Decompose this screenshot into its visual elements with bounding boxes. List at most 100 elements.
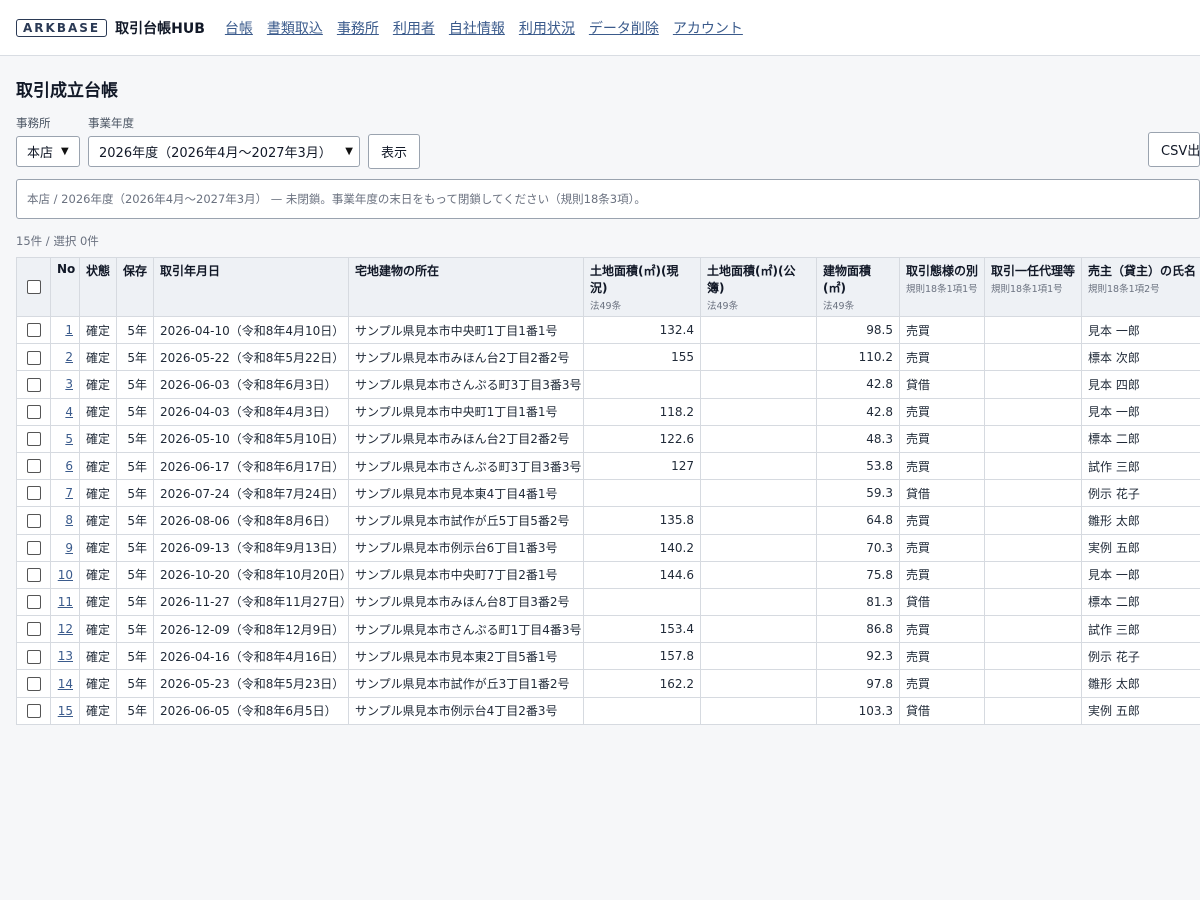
row-number-link[interactable]: 15 [58, 704, 73, 718]
select-all-checkbox[interactable] [26, 280, 41, 295]
row-checkbox[interactable] [26, 622, 41, 637]
row-number-link[interactable]: 8 [65, 513, 73, 527]
year-select[interactable]: 2026年度（2026年4月〜2027年3月） ▼ [88, 136, 360, 167]
table-row[interactable]: 14 確定 5年 2026-05-23（令和8年5月23日） サンプル県見本市試作が丘3… [16, 669, 1200, 698]
column-header-retention: 保存 [116, 257, 154, 317]
row-number-link[interactable]: 9 [65, 541, 73, 555]
table-row[interactable]: 4 確定 5年 2026-04-03（令和8年4月3日） サンプル県見本市中央町1丁目1… [16, 397, 1200, 426]
column-header-label: 取引一任代理等 [991, 264, 1076, 278]
nav-ledger[interactable]: 台帳 [225, 18, 253, 38]
row-checkbox[interactable] [26, 649, 41, 664]
table-row[interactable]: 1 確定 5年 2026-04-10（令和8年4月10日） サンプル県見本市中央町1丁目… [16, 315, 1200, 345]
csv-export-button[interactable]: CSV出 [1148, 132, 1200, 167]
row-checkbox[interactable] [26, 377, 41, 392]
column-header-sublabel: 法49条 [590, 301, 622, 312]
row-number-link[interactable]: 14 [58, 677, 73, 691]
retention-cell: 5年 [127, 649, 147, 664]
nav-offices[interactable]: 事務所 [337, 18, 379, 38]
table-row[interactable]: 5 確定 5年 2026-05-10（令和8年5月10日） サンプル県見本市みほん台2丁… [16, 424, 1200, 453]
nav-data-deletion[interactable]: データ削除 [589, 18, 659, 38]
transaction-type-cell: 貸借 [906, 486, 931, 501]
row-checkbox[interactable] [26, 595, 41, 610]
table-row[interactable]: 8 確定 5年 2026-08-06（令和8年8月6日） サンプル県見本市試作が丘5丁目… [16, 506, 1200, 535]
column-header-transaction-type: 取引態様の別 規則18条1項1号 [899, 257, 985, 317]
row-number-link[interactable]: 5 [65, 432, 73, 446]
row-checkbox[interactable] [26, 486, 41, 501]
row-number-link[interactable]: 13 [58, 649, 73, 663]
row-checkbox[interactable] [26, 432, 41, 447]
row-checkbox[interactable] [26, 459, 41, 474]
show-button[interactable]: 表示 [368, 134, 421, 169]
status-cell: 確定 [86, 541, 111, 556]
row-select-cell [16, 696, 51, 725]
status-cell: 確定 [86, 622, 111, 637]
table-row[interactable]: 7 確定 5年 2026-07-24（令和8年7月24日） サンプル県見本市見本東4丁目… [16, 479, 1200, 508]
agency-cell [984, 370, 1082, 399]
column-header-agency: 取引一任代理等 規則18条1項1号 [984, 257, 1082, 317]
location-cell: サンプル県見本市さんぷる町3丁目3番3号 [348, 370, 584, 399]
row-checkbox[interactable] [26, 350, 41, 365]
row-number-link[interactable]: 12 [58, 622, 73, 636]
table-row[interactable]: 10 確定 5年 2026-10-20（令和8年10月20日） サンプル県見本市中央町7… [16, 560, 1200, 589]
location-cell: サンプル県見本市例示台4丁目2番3号 [355, 704, 558, 719]
chevron-down-icon: ▼ [345, 146, 353, 157]
row-number-link[interactable]: 6 [65, 459, 73, 473]
table-row[interactable]: 11 確定 5年 2026-11-27（令和8年11月27日） サンプル県見本市みほん台… [16, 587, 1200, 617]
trade-date-cell: 2026-04-03（令和8年4月3日） [160, 405, 337, 420]
seller-name-cell: 標本 二郎 [1088, 595, 1140, 610]
row-number-cell: 3 [50, 370, 80, 399]
status-cell: 確定 [79, 479, 117, 508]
seller-name-cell: 雛形 太郎 [1088, 513, 1140, 528]
nav-usage[interactable]: 利用状況 [519, 18, 575, 38]
row-number-link[interactable]: 7 [65, 486, 73, 500]
location-cell: サンプル県見本市中央町1丁目1番1号 [348, 315, 584, 345]
table-row[interactable]: 12 確定 5年 2026-12-09（令和8年12月9日） サンプル県見本市さんぷる町… [16, 615, 1200, 644]
row-checkbox[interactable] [26, 540, 41, 555]
agency-cell [984, 315, 1082, 345]
trade-date-cell: 2026-06-17（令和8年6月17日） [160, 459, 345, 474]
row-number-link[interactable]: 2 [65, 350, 73, 364]
location-cell: サンプル県見本市中央町1丁目1番1号 [355, 405, 558, 420]
row-number-link[interactable]: 3 [65, 377, 73, 391]
land-area-actual-cell [583, 587, 701, 617]
seller-name-cell: 試作 三郎 [1088, 622, 1140, 637]
row-number-link[interactable]: 11 [58, 595, 73, 609]
row-checkbox[interactable] [26, 676, 41, 691]
row-number-link[interactable]: 4 [65, 405, 73, 419]
retention-cell: 5年 [116, 424, 154, 453]
seller-name-cell: 試作 三郎 [1081, 451, 1200, 481]
nav-users[interactable]: 利用者 [393, 18, 435, 38]
retention-cell: 5年 [116, 506, 154, 535]
table-row[interactable]: 15 確定 5年 2026-06-05（令和8年6月5日） サンプル県見本市例示台4丁目… [16, 696, 1200, 725]
seller-name-cell: 標本 次郎 [1081, 343, 1200, 372]
row-checkbox[interactable] [26, 568, 41, 583]
transaction-type-cell: 貸借 [906, 595, 931, 610]
nav-account[interactable]: アカウント [673, 18, 743, 38]
status-cell: 確定 [79, 587, 117, 617]
main-content: 取引成立台帳 事務所 本店 ▼ 事業年度 2026年度（2026年4月〜2027… [0, 76, 1200, 725]
column-header-label: 取引年月日 [160, 264, 221, 278]
row-select-cell [16, 479, 51, 508]
table-row[interactable]: 3 確定 5年 2026-06-03（令和8年6月3日） サンプル県見本市さんぷる町3丁… [16, 370, 1200, 399]
row-number-link[interactable]: 1 [65, 323, 73, 337]
row-number-link[interactable]: 10 [58, 568, 73, 582]
seller-name-cell: 実例 五郎 [1081, 696, 1200, 725]
office-select[interactable]: 本店 ▼ [16, 136, 80, 167]
table-row[interactable]: 13 確定 5年 2026-04-16（令和8年4月16日） サンプル県見本市見本東2丁… [16, 642, 1200, 671]
nav-document-import[interactable]: 書類取込 [267, 18, 323, 38]
building-area-cell: 98.5 [816, 315, 900, 345]
table-row[interactable]: 9 確定 5年 2026-09-13（令和8年9月13日） サンプル県見本市例示台6丁目… [16, 533, 1200, 562]
land-area-actual-cell: 132.4 [659, 323, 694, 338]
row-number-cell: 13 [50, 642, 80, 671]
table-row[interactable]: 2 確定 5年 2026-05-22（令和8年5月22日） サンプル県見本市みほん台2丁… [16, 343, 1200, 372]
row-checkbox[interactable] [26, 404, 41, 419]
row-checkbox[interactable] [26, 513, 41, 528]
nav-company-info[interactable]: 自社情報 [449, 18, 505, 38]
row-checkbox[interactable] [26, 703, 41, 718]
row-checkbox[interactable] [26, 323, 41, 338]
land-area-actual-cell: 140.2 [583, 533, 701, 562]
table-row[interactable]: 6 確定 5年 2026-06-17（令和8年6月17日） サンプル県見本市さんぷる町3… [16, 451, 1200, 481]
transaction-type-cell: 売買 [906, 649, 931, 664]
building-area-cell: 97.8 [866, 676, 893, 691]
land-area-actual-cell [583, 696, 701, 725]
